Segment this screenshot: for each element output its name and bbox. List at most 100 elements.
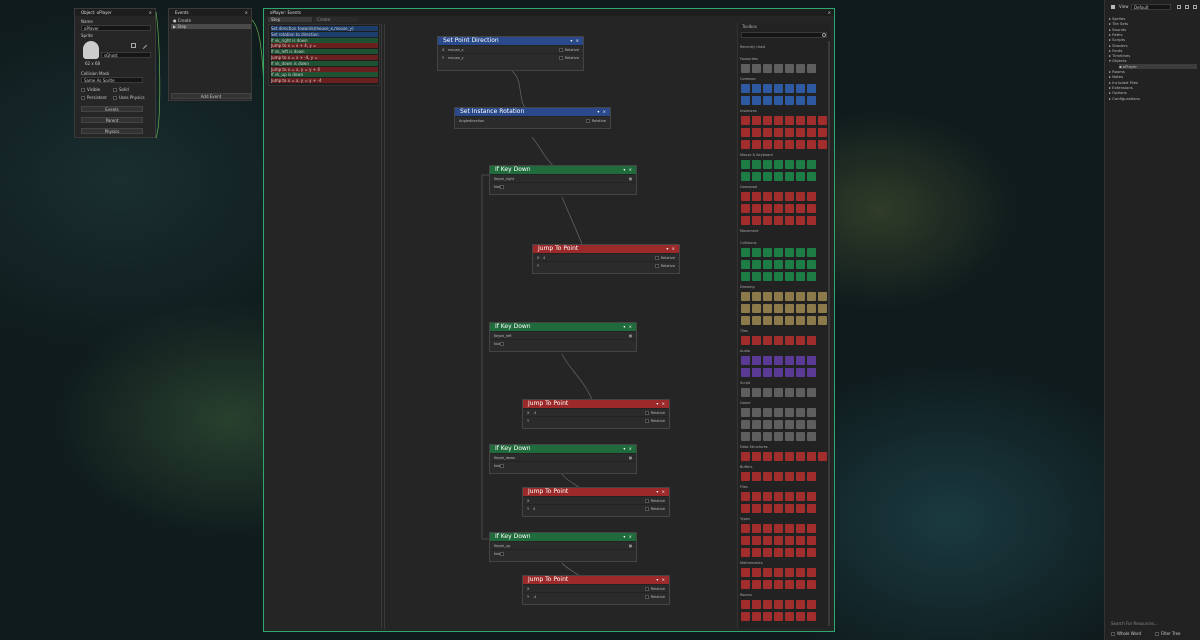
toolbox-action-icon[interactable] [796, 304, 805, 313]
node-header[interactable]: Jump To Point ▾ × [523, 400, 669, 408]
toolbox-action-icon[interactable] [807, 336, 816, 345]
toolbox-action-icon[interactable] [752, 356, 761, 365]
toolbox-action-icon[interactable] [741, 172, 750, 181]
toolbox-action-icon[interactable] [807, 128, 816, 137]
toolbox-action-icon[interactable] [796, 316, 805, 325]
toolbox-action-icon[interactable] [796, 420, 805, 429]
toolbox-action-icon[interactable] [763, 96, 772, 105]
resource-tree-item[interactable]: ▸ Configurations [1109, 96, 1140, 101]
toolbox-action-icon[interactable] [741, 408, 750, 417]
toolbox-action-icon[interactable] [807, 248, 816, 257]
toolbox-action-icon[interactable] [752, 612, 761, 621]
resource-tree-item[interactable]: ▸ Options [1109, 90, 1127, 95]
toolbox-action-icon[interactable] [785, 248, 794, 257]
toolbox-action-icon[interactable] [796, 272, 805, 281]
node-row-key[interactable]: Key vk_down ▦ [490, 453, 636, 461]
toolbox-action-icon[interactable] [785, 420, 794, 429]
not-checkbox[interactable] [500, 340, 506, 348]
toolbox-category-gamepad[interactable]: Gamepad [740, 185, 757, 189]
toolbox-action-icon[interactable] [774, 192, 783, 201]
toolbox-action-icon[interactable] [774, 408, 783, 417]
toolbox-action-icon[interactable] [796, 612, 805, 621]
toolbox-action-icon[interactable] [741, 432, 750, 441]
toolbox-category-game[interactable]: Game [740, 401, 750, 405]
toolbox-action-icon[interactable] [774, 216, 783, 225]
toolbox-action-icon[interactable] [807, 160, 816, 169]
node-row-x[interactable]: X Relative [523, 496, 669, 504]
toolbox-category-favourites[interactable]: Favourites [740, 57, 758, 61]
toolbox-action-icon[interactable] [796, 96, 805, 105]
toolbox-action-icon[interactable] [796, 548, 805, 557]
toolbox-action-icon[interactable] [818, 140, 827, 149]
node-menu-icon[interactable]: ▾ × [656, 576, 666, 584]
node-row-key[interactable]: Key vk_right ▦ [490, 174, 636, 182]
node-menu-icon[interactable]: ▾ × [570, 37, 580, 45]
node-row-y[interactable]: Y Relative [523, 416, 669, 424]
toolbox-action-icon[interactable] [807, 612, 816, 621]
toolbox-action-icon[interactable] [752, 140, 761, 149]
toolbox-action-icon[interactable] [774, 204, 783, 213]
node-row-not[interactable]: Not [490, 182, 636, 190]
toolbox-action-icon[interactable] [763, 204, 772, 213]
toolbox-action-icon[interactable] [796, 192, 805, 201]
node-row-x[interactable]: X Relative [523, 584, 669, 592]
toolbox-category-drawing[interactable]: Drawing [740, 285, 755, 289]
toolbox-action-icon[interactable] [763, 356, 772, 365]
node-jump-to-point-right[interactable]: Jump To Point ▾ × X 4 Relative Y Relative [532, 244, 680, 274]
toolbox-action-icon[interactable] [763, 216, 772, 225]
toolbox-action-icon[interactable] [752, 292, 761, 301]
node-row-not[interactable]: Not [490, 549, 636, 557]
toolbox-action-icon[interactable] [796, 116, 805, 125]
toolbox-action-icon[interactable] [752, 116, 761, 125]
toolbox-action-icon[interactable] [763, 580, 772, 589]
toolbox-action-icon[interactable] [774, 452, 783, 461]
toolbox-action-icon[interactable] [796, 452, 805, 461]
toolbox-action-icon[interactable] [763, 408, 772, 417]
node-jump-to-point-up[interactable]: Jump To Point ▾ × X Relative Y -4 Relative [522, 575, 670, 605]
toolbox-action-icon[interactable] [774, 472, 783, 481]
toolbox-action-icon[interactable] [741, 64, 750, 73]
resource-tree-item[interactable]: ▸ Timelines [1109, 53, 1130, 58]
toolbox-action-icon[interactable] [752, 128, 761, 137]
toolbox-action-icon[interactable] [774, 504, 783, 513]
toolbox-action-icon[interactable] [807, 472, 816, 481]
toolbox-category-script[interactable]: Script [740, 381, 750, 385]
node-menu-icon[interactable]: ▾ × [623, 323, 633, 331]
node-row-key[interactable]: Key vk_left ▦ [490, 331, 636, 339]
toolbox-action-icon[interactable] [763, 612, 772, 621]
toolbox-action-icon[interactable] [785, 140, 794, 149]
toolbox-category-files[interactable]: Files [740, 485, 748, 489]
toolbox-action-icon[interactable] [807, 504, 816, 513]
toolbox-action-icon[interactable] [807, 216, 816, 225]
toolbox-action-icon[interactable] [741, 472, 750, 481]
toolbox-action-icon[interactable] [796, 388, 805, 397]
node-menu-icon[interactable]: ▾ × [597, 108, 607, 116]
toolbox-action-icon[interactable] [785, 316, 794, 325]
toolbox-action-icon[interactable] [741, 536, 750, 545]
toolbox-action-icon[interactable] [763, 84, 772, 93]
toolbox-action-icon[interactable] [774, 612, 783, 621]
toolbox-action-icon[interactable] [796, 216, 805, 225]
toolbox-action-icon[interactable] [785, 492, 794, 501]
toolbox-action-icon[interactable] [796, 140, 805, 149]
toolbox-action-icon[interactable] [774, 128, 783, 137]
toolbox-action-icon[interactable] [807, 600, 816, 609]
resource-tree-item[interactable]: ▸ Fonts [1109, 48, 1122, 53]
relative-checkbox[interactable]: Relative [644, 417, 665, 425]
toolbox-action-icon[interactable] [752, 452, 761, 461]
toolbox-action-icon[interactable] [763, 336, 772, 345]
toolbox-action-icon[interactable] [763, 316, 772, 325]
toolbox-action-icon[interactable] [774, 356, 783, 365]
resource-tree-item[interactable]: ▸ Tile Sets [1109, 21, 1128, 26]
toolbox-action-icon[interactable] [741, 316, 750, 325]
toolbox-action-icon[interactable] [807, 420, 816, 429]
toolbox-action-icon[interactable] [785, 216, 794, 225]
node-row-y[interactable]: Y -4 Relative [523, 592, 669, 600]
toolbox-action-icon[interactable] [785, 452, 794, 461]
toolbox-action-icon[interactable] [785, 160, 794, 169]
toolbox-action-icon[interactable] [807, 272, 816, 281]
toolbox-action-icon[interactable] [785, 568, 794, 577]
toolbox-action-icon[interactable] [818, 116, 827, 125]
resource-tree-item[interactable]: ▸ Sprites [1109, 16, 1125, 21]
toolbox-action-icon[interactable] [796, 472, 805, 481]
